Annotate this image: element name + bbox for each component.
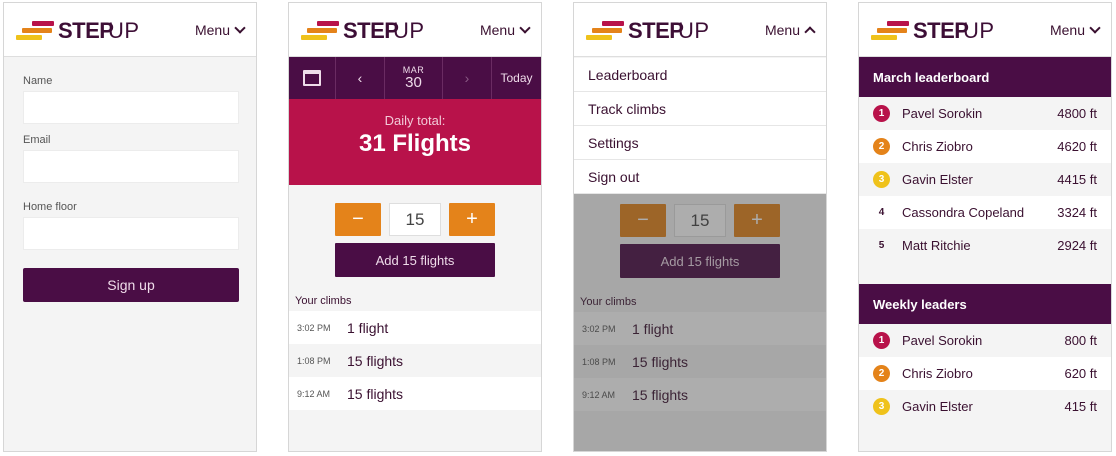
- leader-name: Gavin Elster: [902, 399, 973, 414]
- app-header: STEP UP Menu: [4, 3, 256, 57]
- rank-badge: 1: [873, 105, 890, 122]
- leader-score: 4415 ft: [1057, 172, 1097, 187]
- stepup-logo[interactable]: STEP UP: [301, 17, 424, 45]
- rank-number: 4: [878, 207, 885, 218]
- menu-item-leaderboard[interactable]: Leaderboard: [574, 58, 826, 92]
- home-floor-label: Home floor: [23, 201, 77, 213]
- leader-name: Chris Ziobro: [902, 366, 973, 381]
- quantity-input[interactable]: 15: [389, 203, 441, 236]
- list-item: 9:12 AM 15 flights: [289, 377, 541, 410]
- menu-item-track-climbs[interactable]: Track climbs: [574, 92, 826, 126]
- menu-button[interactable]: Menu: [480, 22, 531, 38]
- weekly-leaders-title: Weekly leaders: [859, 284, 1111, 324]
- rank-badge: 3: [873, 171, 890, 188]
- name-field[interactable]: [23, 91, 239, 124]
- leaderboard-row: 2 Chris Ziobro 4620 ft: [859, 130, 1111, 163]
- chevron-down-icon: [234, 22, 246, 34]
- rank-badge: 3: [873, 398, 890, 415]
- rank-badge: 1: [873, 332, 890, 349]
- leaderboard-row: 2 Chris Ziobro 620 ft: [859, 357, 1111, 390]
- leaderboard-row: 4 Cassondra Copeland 3324 ft: [859, 196, 1111, 229]
- menu-button[interactable]: Menu: [765, 22, 816, 38]
- chevron-down-icon: [1089, 22, 1101, 34]
- menu-item-settings[interactable]: Settings: [574, 126, 826, 160]
- stepup-logo[interactable]: STEP UP: [871, 17, 994, 45]
- quantity-stepper: − 15 +: [289, 203, 541, 236]
- stepup-logo[interactable]: STEP UP: [16, 17, 139, 45]
- app-header: STEP UP Menu: [289, 3, 541, 57]
- leader-name: Cassondra Copeland: [902, 205, 1025, 220]
- rank-number: 5: [878, 240, 885, 251]
- calendar-icon: [303, 70, 321, 86]
- previous-day-button[interactable]: ‹: [336, 57, 385, 99]
- leader-score: 620 ft: [1064, 366, 1097, 381]
- menu-item-sign-out[interactable]: Sign out: [574, 160, 826, 194]
- section-divider: [859, 262, 1111, 284]
- climbs-list: 3:02 PM 1 flight 1:08 PM 15 flights 9:12…: [289, 311, 541, 410]
- leader-score: 800 ft: [1064, 333, 1097, 348]
- daily-total-value: 31 Flights: [358, 130, 472, 157]
- daily-total-label: Daily total:: [384, 113, 446, 128]
- name-label: Name: [23, 75, 53, 87]
- list-item: 1:08 PM 15 flights: [289, 344, 541, 377]
- leader-score: 2924 ft: [1057, 238, 1097, 253]
- email-field[interactable]: [23, 150, 239, 183]
- your-climbs-heading: Your climbs: [295, 295, 352, 307]
- menu-open-screen: STEP UP Menu − 15 + Add 15 flights Your …: [573, 2, 827, 452]
- sign-up-button[interactable]: Sign up: [23, 268, 239, 302]
- leader-name: Gavin Elster: [902, 172, 973, 187]
- leader-score: 4800 ft: [1057, 106, 1097, 121]
- leaderboard-row: 1 Pavel Sorokin 4800 ft: [859, 97, 1111, 130]
- next-day-button[interactable]: ›: [443, 57, 492, 99]
- increment-button[interactable]: +: [449, 203, 495, 236]
- leaderboard-row: 1 Pavel Sorokin 800 ft: [859, 324, 1111, 357]
- menu-button[interactable]: Menu: [195, 22, 246, 38]
- app-header: STEP UP Menu: [574, 3, 826, 57]
- calendar-button[interactable]: [289, 57, 336, 99]
- leader-name: Pavel Sorokin: [902, 106, 983, 121]
- daily-total-card: Daily total: 31 Flights: [289, 99, 541, 185]
- app-header: STEP UP Menu: [859, 3, 1111, 57]
- leaderboard-screen: STEP UP Menu March leaderboard 1 Pavel S…: [858, 2, 1112, 452]
- add-flights-button[interactable]: Add 15 flights: [335, 243, 495, 277]
- flight-counter: − 15 + Add 15 flights: [289, 185, 541, 295]
- stepup-logo[interactable]: STEP UP: [586, 17, 709, 45]
- list-item: 3:02 PM 1 flight: [289, 311, 541, 344]
- leader-score: 3324 ft: [1057, 205, 1097, 220]
- chevron-up-icon: [804, 25, 816, 38]
- signup-screen: STEP UP Menu Name Email Home floor Sign …: [3, 2, 257, 452]
- leader-score: 415 ft: [1064, 399, 1097, 414]
- monthly-leaderboard-title: March leaderboard: [859, 57, 1111, 97]
- email-label: Email: [23, 134, 51, 146]
- chevron-down-icon: [519, 22, 531, 34]
- menu-dropdown: Leaderboard Track climbs Settings Sign o…: [574, 58, 826, 194]
- leaderboard-row: 3 Gavin Elster 4415 ft: [859, 163, 1111, 196]
- rank-badge: 2: [873, 138, 890, 155]
- weekly-leaders-list: 1 Pavel Sorokin 800 ft 2 Chris Ziobro 62…: [859, 324, 1111, 423]
- decrement-button[interactable]: −: [335, 203, 381, 236]
- monthly-leaderboard-list: 1 Pavel Sorokin 4800 ft 2 Chris Ziobro 4…: [859, 97, 1111, 262]
- leaderboard-row: 5 Matt Ritchie 2924 ft: [859, 229, 1111, 262]
- current-date: MAR 30: [385, 57, 443, 99]
- leaderboard-row: 3 Gavin Elster 415 ft: [859, 390, 1111, 423]
- track-screen: STEP UP Menu ‹ MAR 30 › Today Daily tota…: [288, 2, 542, 452]
- rank-badge: 2: [873, 365, 890, 382]
- signup-form: Name Email Home floor Sign up: [4, 57, 256, 302]
- date-navigation: ‹ MAR 30 › Today: [289, 57, 541, 99]
- home-floor-field[interactable]: [23, 217, 239, 250]
- today-button[interactable]: Today: [492, 57, 541, 99]
- menu-button[interactable]: Menu: [1050, 22, 1101, 38]
- leader-name: Pavel Sorokin: [902, 333, 983, 348]
- leader-name: Matt Ritchie: [902, 238, 971, 253]
- leader-score: 4620 ft: [1057, 139, 1097, 154]
- leader-name: Chris Ziobro: [902, 139, 973, 154]
